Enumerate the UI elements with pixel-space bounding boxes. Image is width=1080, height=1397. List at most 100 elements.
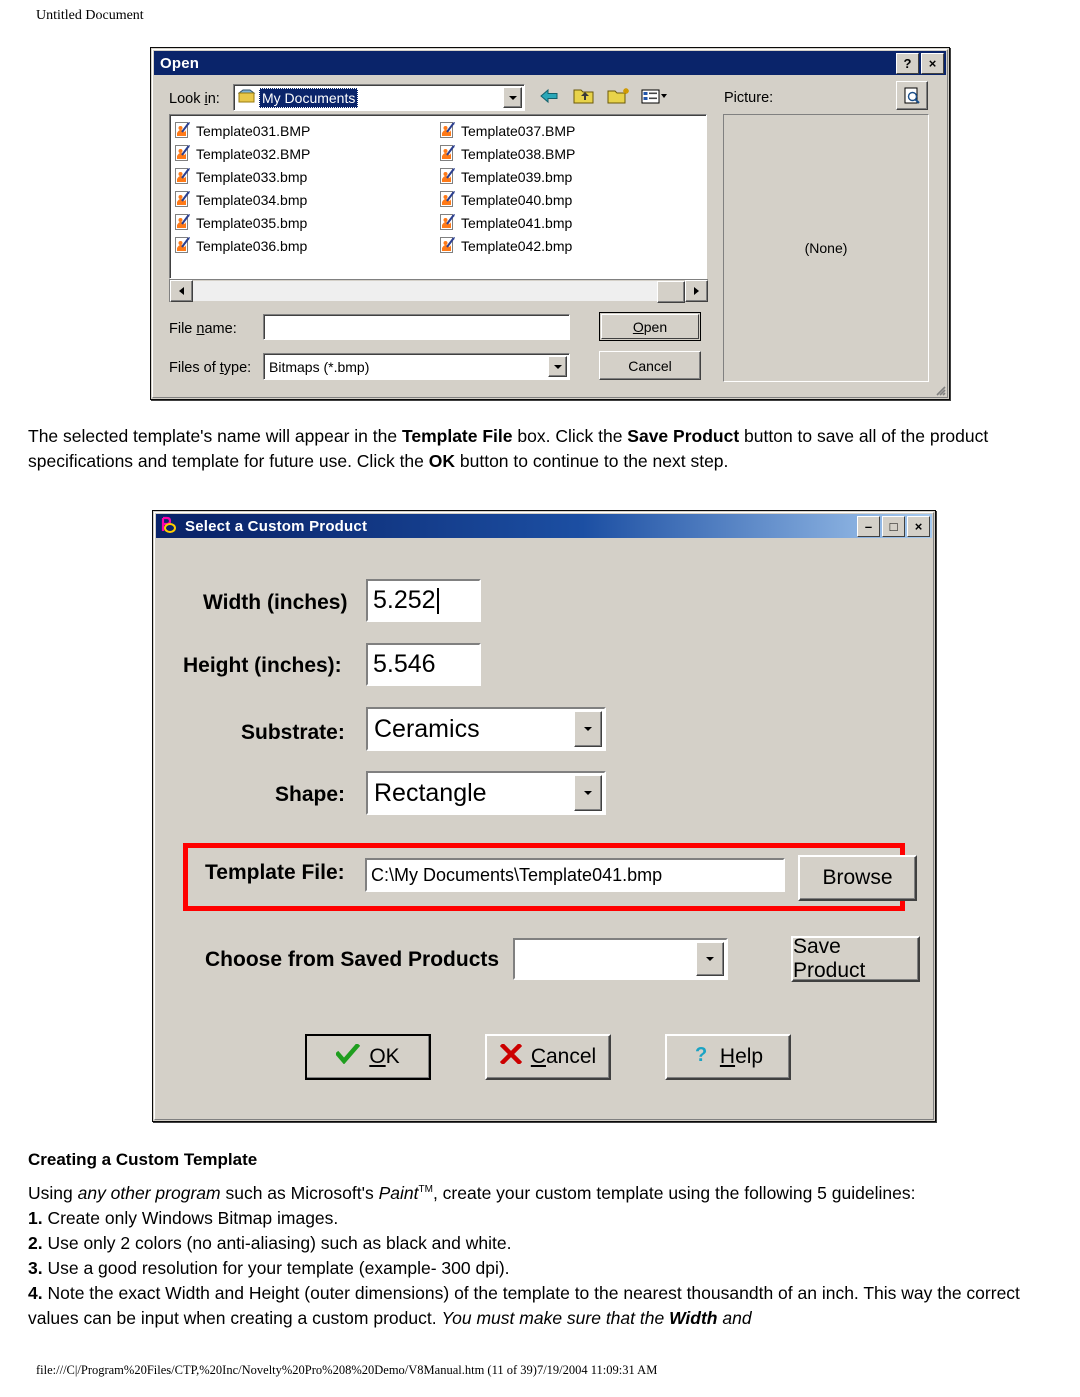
back-arrow-icon[interactable]	[536, 84, 562, 108]
guideline-2-number: 2.	[28, 1232, 43, 1253]
maximize-icon[interactable]: □	[882, 515, 905, 537]
g4-italic-bold-width: Width	[669, 1307, 718, 1328]
guideline-4-number: 4.	[28, 1282, 43, 1303]
file-list-item[interactable]: Template033.bmp	[174, 165, 439, 188]
product-dialog-window-buttons: – □ ×	[857, 515, 932, 537]
open-file-dialog: Open ? × Look in: My Documents Picture: …	[150, 47, 950, 400]
guideline-2: 2. Use only 2 colors (no anti-aliasing) …	[28, 1231, 1056, 1256]
file-list-item[interactable]: Template041.bmp	[439, 211, 704, 234]
height-input[interactable]: 5.546	[366, 643, 481, 686]
file-name-text: Template040.bmp	[461, 191, 573, 208]
file-name-text: Template039.bmp	[461, 168, 573, 185]
views-icon[interactable]	[641, 84, 667, 108]
saved-products-combobox[interactable]	[513, 938, 728, 980]
scroll-right-button[interactable]	[685, 280, 708, 302]
file-name-input[interactable]	[263, 314, 570, 340]
guideline-4: 4. Note the exact Width and Height (oute…	[28, 1281, 1056, 1331]
file-name-text: Template038.BMP	[461, 145, 576, 162]
preview-toggle-button[interactable]	[896, 81, 928, 110]
file-list-item[interactable]: Template037.BMP	[439, 119, 704, 142]
help-button[interactable]: ?	[896, 52, 919, 74]
scroll-track[interactable]	[193, 281, 685, 303]
template-file-input[interactable]: C:\My Documents\Template041.bmp	[365, 858, 785, 892]
width-label: Width (inches)	[203, 591, 348, 614]
file-name-text: Template042.bmp	[461, 237, 573, 254]
substrate-combobox[interactable]: Ceramics	[366, 707, 606, 751]
open-dialog-titlebar[interactable]: Open ? ×	[154, 51, 946, 75]
close-icon[interactable]: ×	[907, 515, 930, 537]
file-list-item[interactable]: Template031.BMP	[174, 119, 439, 142]
question-mark-icon: ?	[693, 1043, 711, 1071]
intro-c: , create your custom template using the …	[432, 1182, 916, 1203]
product-dialog-titlebar[interactable]: Select a Custom Product – □ ×	[156, 514, 932, 538]
file-name-text: Template036.bmp	[196, 237, 308, 254]
intro-b: such as Microsoft's	[220, 1182, 379, 1203]
file-name-text: Template035.bmp	[196, 214, 308, 231]
shape-value: Rectangle	[374, 778, 487, 807]
width-input[interactable]: 5.252	[366, 579, 481, 622]
cancel-button[interactable]: Cancel	[485, 1034, 611, 1080]
file-name-text: Template041.bmp	[461, 214, 573, 231]
file-list[interactable]: Template031.BMP Template032.BMP Template…	[169, 114, 707, 279]
para1-seg1: The selected template's name will appear…	[28, 426, 402, 446]
chevron-down-icon[interactable]	[503, 87, 522, 108]
files-of-type-combobox[interactable]: Bitmaps (*.bmp)	[263, 353, 570, 380]
section-heading: Creating a Custom Template	[28, 1150, 258, 1169]
bitmap-file-icon	[174, 122, 191, 139]
file-list-item[interactable]: Template032.BMP	[174, 142, 439, 165]
resize-grip[interactable]	[933, 383, 946, 396]
file-list-item[interactable]: Template042.bmp	[439, 234, 704, 257]
cancel-button[interactable]: Cancel	[599, 351, 701, 380]
select-custom-product-dialog: Select a Custom Product – □ × Width (inc…	[152, 510, 936, 1122]
g4-italic-b: and	[717, 1307, 752, 1328]
scroll-thumb[interactable]	[657, 281, 685, 303]
substrate-label: Substrate:	[241, 721, 345, 744]
application-logo-icon	[159, 516, 179, 536]
chevron-down-icon[interactable]	[696, 942, 724, 976]
save-product-button[interactable]: Save Product	[791, 935, 920, 982]
bitmap-file-icon	[439, 214, 456, 231]
open-button[interactable]: Open	[599, 312, 701, 341]
guideline-1-text: Create only Windows Bitmap images.	[42, 1207, 339, 1228]
file-list-item[interactable]: Template034.bmp	[174, 188, 439, 211]
bitmap-file-icon	[439, 237, 456, 254]
file-list-hscrollbar[interactable]	[169, 279, 708, 303]
look-in-combobox[interactable]: My Documents	[233, 84, 525, 111]
help-button[interactable]: ? Help	[665, 1034, 791, 1080]
file-list-item[interactable]: Template036.bmp	[174, 234, 439, 257]
chevron-down-icon[interactable]	[574, 775, 602, 811]
shape-combobox[interactable]: Rectangle	[366, 771, 606, 815]
para1-bold-template-file: Template File	[401, 426, 513, 446]
guideline-4-italic: You must make sure that the Width and	[441, 1308, 751, 1328]
guideline-3-number: 3.	[28, 1257, 43, 1278]
files-of-type-value: Bitmaps (*.bmp)	[269, 358, 370, 375]
scroll-left-button[interactable]	[170, 280, 193, 302]
picture-label: Picture:	[724, 90, 774, 106]
files-of-type-label: Files of type:	[169, 360, 252, 376]
check-icon	[335, 1042, 361, 1070]
text-caret	[436, 587, 439, 614]
x-icon	[499, 1042, 522, 1070]
chevron-down-icon[interactable]	[574, 711, 602, 747]
para1-bold-save-product: Save Product	[627, 426, 740, 446]
up-one-level-icon[interactable]	[571, 84, 597, 108]
open-dialog-title: Open	[160, 54, 200, 72]
page-footer: file:///C|/Program%20Files/CTP,%20Inc/No…	[36, 1363, 658, 1377]
new-folder-icon[interactable]	[606, 84, 632, 108]
ok-button[interactable]: OK	[305, 1034, 431, 1080]
file-list-item[interactable]: Template039.bmp	[439, 165, 704, 188]
file-list-item[interactable]: Template035.bmp	[174, 211, 439, 234]
file-list-item[interactable]: Template040.bmp	[439, 188, 704, 211]
template-file-label: Template File:	[205, 861, 345, 884]
file-list-item[interactable]: Template038.BMP	[439, 142, 704, 165]
substrate-value: Ceramics	[374, 714, 480, 743]
guideline-1: 1. Create only Windows Bitmap images.	[28, 1206, 1056, 1231]
file-name-text: Template033.bmp	[196, 168, 308, 185]
guideline-3-text: Use a good resolution for your template …	[42, 1257, 510, 1278]
look-in-selected-value: My Documents	[259, 88, 359, 108]
chevron-down-icon[interactable]	[548, 356, 567, 377]
browse-button[interactable]: Browse	[798, 855, 917, 901]
close-icon[interactable]: ×	[921, 52, 944, 74]
minimize-icon[interactable]: –	[857, 515, 880, 537]
bitmap-file-icon	[174, 145, 191, 162]
